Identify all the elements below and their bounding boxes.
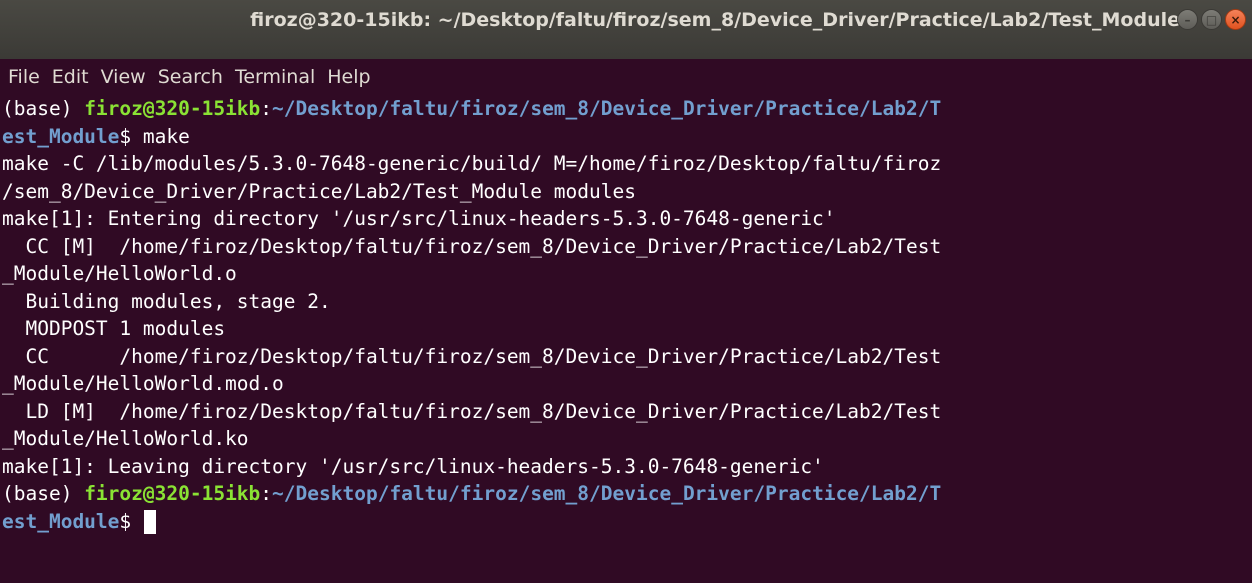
output-line: _Module/HelloWorld.ko — [2, 427, 249, 450]
window-controls: – □ × — [1177, 9, 1246, 31]
output-line: make -C /lib/modules/5.3.0-7648-generic/… — [2, 152, 942, 175]
menu-view[interactable]: View — [95, 66, 152, 88]
menu-edit[interactable]: Edit — [46, 66, 95, 88]
terminal-output[interactable]: (base) firoz@320-15ikb:~/Desktop/faltu/f… — [0, 95, 1252, 583]
prompt-path-wrap: est_Module — [2, 124, 120, 148]
prompt-env: (base) — [2, 482, 85, 505]
prompt-path: ~/Desktop/faltu/firoz/sem_8/Device_Drive… — [272, 482, 942, 505]
prompt-line: (base) firoz@320-15ikb:~/Desktop/faltu/f… — [2, 95, 1252, 123]
menu-file[interactable]: File — [0, 66, 46, 88]
title-bar[interactable]: firoz@320-15ikb: ~/Desktop/faltu/firoz/s… — [0, 0, 1252, 59]
output-line: CC [M] /home/firoz/Desktop/faltu/firoz/s… — [2, 234, 942, 258]
window-title: firoz@320-15ikb: ~/Desktop/faltu/firoz/s… — [250, 9, 1180, 31]
prompt-line-wrap: est_Module$ — [2, 508, 1252, 536]
maximize-button[interactable]: □ — [1201, 9, 1222, 30]
output-line: CC /home/firoz/Desktop/faltu/firoz/sem_8… — [2, 344, 942, 368]
prompt-env: (base) — [2, 97, 85, 120]
menu-help[interactable]: Help — [321, 66, 376, 88]
output-line: LD [M] /home/firoz/Desktop/faltu/firoz/s… — [2, 399, 942, 423]
output-line: _Module/HelloWorld.mod.o — [2, 372, 284, 395]
close-button[interactable]: × — [1225, 9, 1246, 30]
prompt-line: (base) firoz@320-15ikb:~/Desktop/faltu/f… — [2, 480, 1252, 508]
menu-search[interactable]: Search — [152, 66, 229, 88]
prompt-path-wrap: est_Module — [2, 509, 120, 533]
prompt-user: firoz@320-15ikb — [84, 482, 261, 505]
output-line: MODPOST 1 modules — [2, 317, 226, 340]
prompt-separator: : — [260, 482, 273, 505]
output-line: make[1]: Leaving directory '/usr/src/lin… — [2, 454, 824, 478]
command-text: make — [142, 124, 190, 148]
menu-terminal[interactable]: Terminal — [229, 66, 321, 88]
prompt-path: ~/Desktop/faltu/firoz/sem_8/Device_Drive… — [272, 97, 942, 120]
output-line: _Module/HelloWorld.o — [2, 262, 237, 285]
text-cursor — [143, 510, 156, 534]
terminal-window: firoz@320-15ikb: ~/Desktop/faltu/firoz/s… — [0, 0, 1252, 583]
prompt-line-wrap: est_Module$ make — [2, 123, 1252, 151]
prompt-user: firoz@320-15ikb — [84, 97, 261, 120]
output-line: /sem_8/Device_Driver/Practice/Lab2/Test_… — [2, 179, 636, 203]
output-line: make[1]: Entering directory '/usr/src/li… — [2, 207, 836, 230]
prompt-separator: : — [260, 97, 273, 120]
prompt-symbol: $ — [119, 509, 143, 533]
minimize-button[interactable]: – — [1177, 9, 1198, 30]
prompt-symbol: $ — [119, 124, 143, 148]
output-line: Building modules, stage 2. — [2, 289, 331, 313]
menu-bar: File Edit View Search Terminal Help — [0, 59, 1252, 95]
